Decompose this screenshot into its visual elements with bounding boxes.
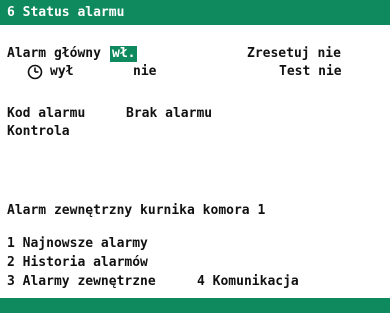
main-alarm-label: Alarm główny xyxy=(7,46,101,61)
external-alarm-status: Alarm zewnętrzny kurnika komora 1 xyxy=(7,203,266,218)
timer-value-field[interactable]: nie xyxy=(133,64,156,80)
menu-item-external-alarms[interactable]: 3 Alarmy zewnętrzne xyxy=(7,274,156,290)
main-alarm-value-field[interactable]: wł. xyxy=(110,46,138,62)
footer-bar xyxy=(0,298,390,313)
timer-label: wył xyxy=(50,64,74,79)
reset-field[interactable]: Zresetuj nie xyxy=(247,46,341,62)
test-field[interactable]: Test nie xyxy=(279,64,342,80)
title-bar: 6 Status alarmu xyxy=(0,0,390,25)
menu-item-alarm-history[interactable]: 2 Historia alarmów xyxy=(7,255,148,271)
alarm-code-value: Brak alarmu xyxy=(126,106,213,121)
page-title: 6 Status alarmu xyxy=(7,5,125,20)
control-label: Kontrola xyxy=(7,124,70,139)
clock-icon xyxy=(27,64,43,80)
menu-item-communication[interactable]: 4 Komunikacja xyxy=(197,274,299,290)
alarm-code-label: Kod alarmu xyxy=(7,106,86,121)
menu-item-latest-alarms[interactable]: 1 Najnowsze alarmy xyxy=(7,236,148,252)
